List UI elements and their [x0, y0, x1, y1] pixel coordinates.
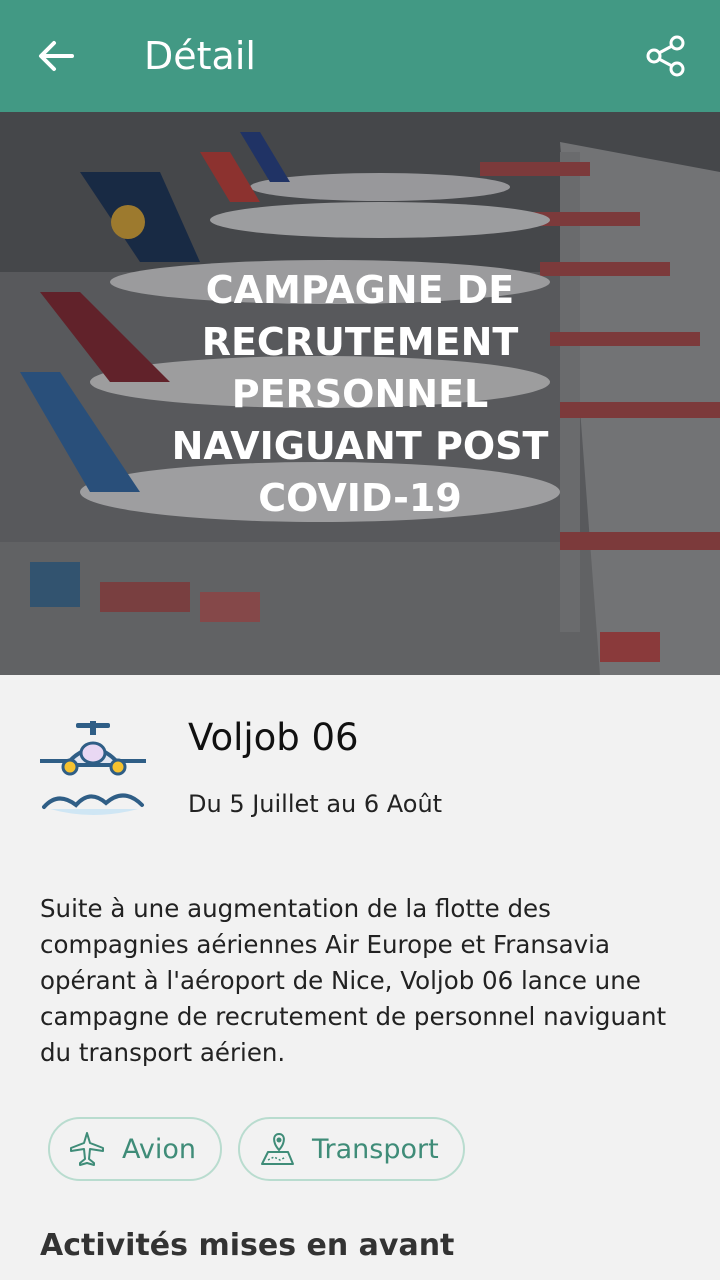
airplane-clouds-logo-icon: [38, 717, 150, 827]
tag-label: Avion: [122, 1133, 196, 1165]
share-button[interactable]: [638, 28, 694, 84]
tag-avion[interactable]: Avion: [48, 1117, 222, 1181]
map-pin-icon: [258, 1130, 296, 1168]
share-icon: [646, 35, 685, 77]
arrow-left-icon: [39, 41, 74, 71]
event-dates: Du 5 Juillet au 6 Août: [188, 790, 443, 818]
back-button[interactable]: [28, 28, 84, 84]
organizer-name: Voljob 06: [188, 716, 359, 759]
event-description: Suite à une augmentation de la flotte de…: [40, 894, 667, 1067]
tag-list: Avion Transport: [48, 1117, 465, 1181]
airplane-icon: [68, 1130, 106, 1168]
app-bar: Détail: [0, 0, 720, 112]
tag-label: Transport: [312, 1133, 439, 1165]
tag-transport[interactable]: Transport: [238, 1117, 465, 1181]
section-title-activities: Activités mises en avant: [40, 1228, 455, 1263]
page-title: Détail: [144, 34, 256, 78]
hero-title: CAMPAGNE DE RECRUTEMENT PERSONNEL NAVIGU…: [171, 268, 549, 520]
hero-banner: CAMPAGNE DE RECRUTEMENT PERSONNEL NAVIGU…: [0, 112, 720, 675]
content-area: Voljob 06 Du 5 Juillet au 6 Août Suite à…: [0, 675, 720, 1280]
